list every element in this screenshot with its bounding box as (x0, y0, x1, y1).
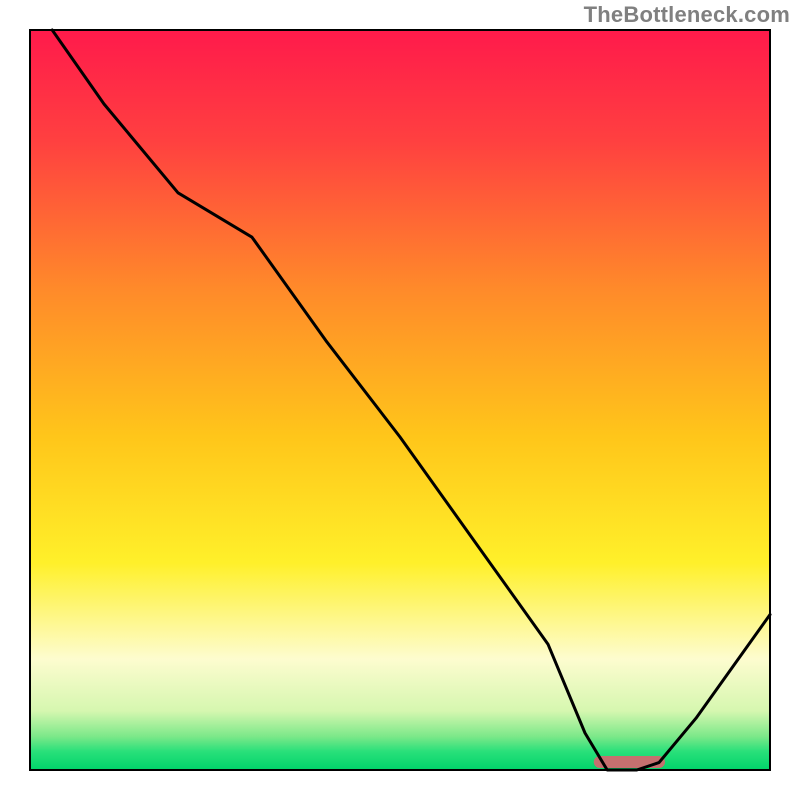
plot-background (30, 30, 770, 770)
chart-container: TheBottleneck.com (0, 0, 800, 800)
watermark-text: TheBottleneck.com (584, 2, 790, 28)
bottleneck-chart (0, 0, 800, 800)
